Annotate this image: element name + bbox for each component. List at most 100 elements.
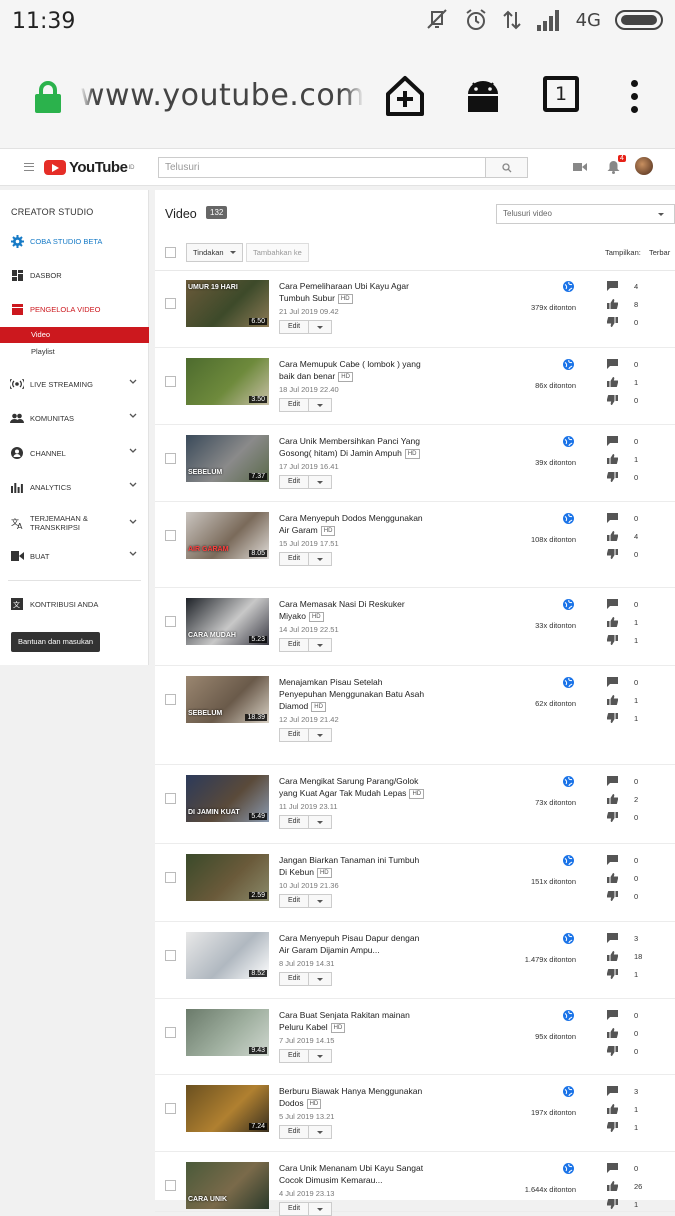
likes-stat[interactable]: 1 <box>607 617 647 629</box>
dislikes-stat[interactable]: 1 <box>607 1199 647 1211</box>
table-row[interactable]: CARA UNIK Cara Unik Menanam Ubi Kayu San… <box>155 1152 675 1216</box>
likes-stat[interactable]: 18 <box>607 951 647 963</box>
edit-button[interactable]: Edit <box>279 638 333 652</box>
edit-dropdown-icon[interactable] <box>309 1126 331 1138</box>
table-row[interactable]: 3.50 Cara Memupuk Cabe ( lombok ) yang b… <box>155 348 675 425</box>
video-thumbnail[interactable]: 8.52 <box>186 932 269 979</box>
dislikes-stat[interactable]: 0 <box>607 549 647 561</box>
dislikes-stat[interactable]: 1 <box>607 713 647 725</box>
edit-dropdown-icon[interactable] <box>309 1203 331 1215</box>
edit-dropdown-icon[interactable] <box>309 973 331 985</box>
row-checkbox[interactable] <box>165 530 176 541</box>
comments-stat[interactable]: 0 <box>607 436 647 448</box>
video-thumbnail[interactable]: SEBELUM 18.39 <box>186 676 269 723</box>
edit-button[interactable]: Edit <box>279 1049 333 1063</box>
edit-dropdown-icon[interactable] <box>309 553 331 565</box>
table-row[interactable]: CARA MUDAH 5.23 Cara Memasak Nasi Di Res… <box>155 588 675 666</box>
video-thumbnail[interactable]: 9.43 <box>186 1009 269 1056</box>
table-row[interactable]: DI JAMIN KUAT 5.49 Cara Mengikat Sarung … <box>155 765 675 844</box>
video-thumbnail[interactable]: 3.50 <box>186 358 269 405</box>
edit-button[interactable]: Edit <box>279 815 333 829</box>
video-title[interactable]: Jangan Biarkan Tanaman ini Tumbuh Di Keb… <box>279 854 429 878</box>
menu-icon[interactable] <box>631 80 639 114</box>
row-checkbox[interactable] <box>165 1027 176 1038</box>
android-icon[interactable] <box>466 80 500 114</box>
likes-stat[interactable]: 1 <box>607 454 647 466</box>
edit-button[interactable]: Edit <box>279 972 333 986</box>
row-checkbox[interactable] <box>165 694 176 705</box>
search-videos-input[interactable]: Telusuri video <box>496 204 675 224</box>
dislikes-stat[interactable]: 0 <box>607 812 647 824</box>
video-title[interactable]: Menajamkan Pisau Setelah Penyepuhan Meng… <box>279 676 429 712</box>
comments-stat[interactable]: 0 <box>607 359 647 371</box>
likes-stat[interactable]: 8 <box>607 299 647 311</box>
row-checkbox[interactable] <box>165 1103 176 1114</box>
tabs-icon[interactable]: 1 <box>543 76 579 112</box>
youtube-logo[interactable]: YouTube ID <box>44 159 134 176</box>
edit-button[interactable]: Edit <box>279 475 333 489</box>
edit-button[interactable]: Edit <box>279 552 333 566</box>
likes-stat[interactable]: 2 <box>607 794 647 806</box>
sidebar-item-contributions[interactable]: 文 KONTRIBUSI ANDA <box>0 593 149 615</box>
likes-stat[interactable]: 26 <box>607 1181 647 1193</box>
comments-stat[interactable]: 0 <box>607 599 647 611</box>
edit-dropdown-icon[interactable] <box>309 729 331 741</box>
likes-stat[interactable]: 1 <box>607 1104 647 1116</box>
search-input[interactable]: Telusuri <box>158 157 486 178</box>
dislikes-stat[interactable]: 0 <box>607 1046 647 1058</box>
video-thumbnail[interactable]: 2.59 <box>186 854 269 901</box>
edit-dropdown-icon[interactable] <box>309 321 331 333</box>
dislikes-stat[interactable]: 1 <box>607 635 647 647</box>
sidebar-item-live[interactable]: LIVE STREAMING <box>0 373 149 395</box>
avatar[interactable] <box>635 157 653 175</box>
dislikes-stat[interactable]: 0 <box>607 317 647 329</box>
video-title[interactable]: Cara Mengikat Sarung Parang/Golok yang K… <box>279 775 429 799</box>
table-row[interactable]: SEBELUM 7.37 Cara Unik Membersihkan Panc… <box>155 425 675 502</box>
table-row[interactable]: UMUR 19 HARI 6.50 Cara Pemeliharaan Ubi … <box>155 270 675 348</box>
edit-button[interactable]: Edit <box>279 1125 333 1139</box>
edit-dropdown-icon[interactable] <box>309 816 331 828</box>
likes-stat[interactable]: 1 <box>607 377 647 389</box>
dislikes-stat[interactable]: 1 <box>607 1122 647 1134</box>
sidebar-item-dashboard[interactable]: DASBOR <box>0 264 149 286</box>
comments-stat[interactable]: 0 <box>607 677 647 689</box>
edit-dropdown-icon[interactable] <box>309 399 331 411</box>
comments-stat[interactable]: 4 <box>607 281 647 293</box>
sidebar-item-translations[interactable]: 文A TERJEMAHAN & TRANSKRIPSI <box>0 510 149 536</box>
likes-stat[interactable]: 0 <box>607 873 647 885</box>
video-title[interactable]: Berburu Biawak Hanya Menggunakan Dodos HD <box>279 1085 429 1109</box>
select-all-checkbox[interactable] <box>165 247 176 258</box>
video-title[interactable]: Cara Unik Membersihkan Panci Yang Gosong… <box>279 435 429 459</box>
table-row[interactable]: 7.24 Berburu Biawak Hanya Menggunakan Do… <box>155 1075 675 1152</box>
row-checkbox[interactable] <box>165 1180 176 1191</box>
likes-stat[interactable]: 4 <box>607 531 647 543</box>
video-thumbnail[interactable]: SEBELUM 7.37 <box>186 435 269 482</box>
comments-stat[interactable]: 3 <box>607 1086 647 1098</box>
table-row[interactable]: 2.59 Jangan Biarkan Tanaman ini Tumbuh D… <box>155 844 675 922</box>
row-checkbox[interactable] <box>165 793 176 804</box>
video-title[interactable]: Cara Buat Senjata Rakitan mainan Peluru … <box>279 1009 429 1033</box>
sidebar-item-create[interactable]: BUAT <box>0 545 149 567</box>
url-field[interactable]: www.youtube.com/m <box>80 78 364 118</box>
bell-icon[interactable] <box>607 160 620 174</box>
comments-stat[interactable]: 0 <box>607 776 647 788</box>
sidebar-item-video-manager[interactable]: PENGELOLA VIDEO <box>0 298 149 320</box>
comments-stat[interactable]: 0 <box>607 513 647 525</box>
edit-button[interactable]: Edit <box>279 320 333 334</box>
video-title[interactable]: Cara Memasak Nasi Di Reskuker Miyako HD <box>279 598 429 622</box>
dislikes-stat[interactable]: 0 <box>607 395 647 407</box>
lock-icon[interactable] <box>34 80 62 114</box>
sidebar-item-community[interactable]: KOMUNITAS <box>0 407 149 429</box>
add-to-home-icon[interactable] <box>384 74 426 118</box>
video-title[interactable]: Cara Menyepuh Dodos Menggunakan Air Gara… <box>279 512 429 536</box>
row-checkbox[interactable] <box>165 298 176 309</box>
sidebar-item-beta[interactable]: COBA STUDIO BETA <box>0 230 149 252</box>
comments-stat[interactable]: 0 <box>607 855 647 867</box>
video-thumbnail[interactable]: DI JAMIN KUAT 5.49 <box>186 775 269 822</box>
video-thumbnail[interactable]: UMUR 19 HARI 6.50 <box>186 280 269 327</box>
dislikes-stat[interactable]: 0 <box>607 472 647 484</box>
sidebar-sub-playlist[interactable]: Playlist <box>0 344 149 360</box>
table-row[interactable]: AIR GARAM 8.05 Cara Menyepuh Dodos Mengg… <box>155 502 675 588</box>
likes-stat[interactable]: 0 <box>607 1028 647 1040</box>
actions-button[interactable]: Tindakan <box>186 243 243 262</box>
